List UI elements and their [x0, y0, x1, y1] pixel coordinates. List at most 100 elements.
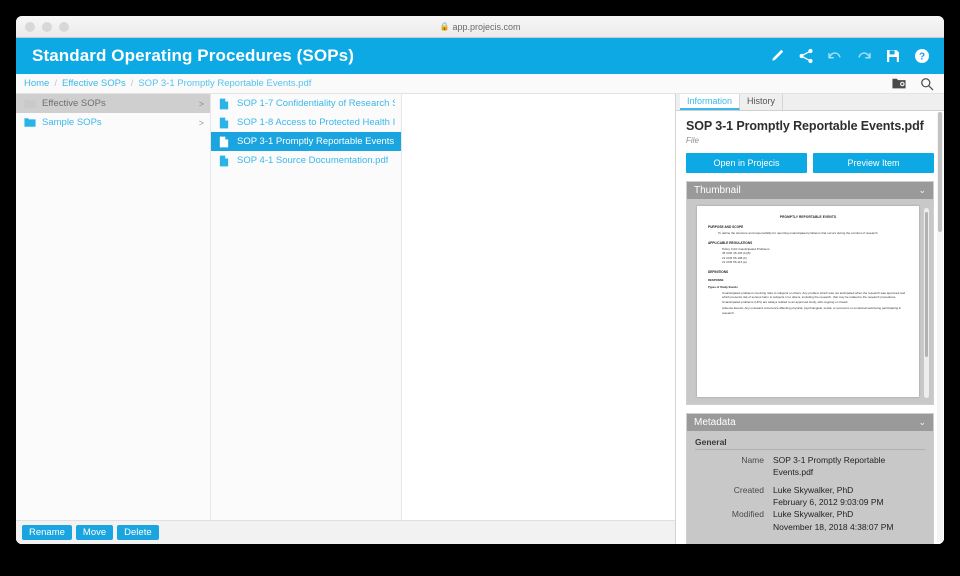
file-label: SOP 3-1 Promptly Reportable Events.pdf: [237, 136, 395, 147]
metadata-section-title: Metadata: [694, 417, 736, 428]
metadata-key-blank: [695, 496, 773, 508]
file-row-sop-1-7[interactable]: SOP 1-7 Confidentiality of Research Subj…: [211, 94, 401, 113]
breadcrumb-home[interactable]: Home: [24, 78, 49, 89]
metadata-key-name: Name: [741, 455, 764, 465]
metadata-row: November 18, 2018 4:38:07 PM: [695, 521, 925, 533]
window-controls[interactable]: [16, 21, 69, 32]
address-bar[interactable]: 🔒 app.projecis.com: [16, 16, 944, 37]
metadata-group-general-label: General: [695, 435, 925, 450]
metadata-value-modified-date: November 18, 2018 4:38:07 PM: [773, 521, 894, 532]
folder-row-sample-sops[interactable]: Sample SOPs >: [16, 113, 210, 132]
browser-titlebar: 🔒 app.projecis.com: [16, 16, 944, 38]
thumb-subhead-study-events: Types of Study Events: [708, 284, 738, 289]
metadata-row: Modified Luke Skywalker, PhD: [695, 508, 925, 520]
file-icon: [219, 155, 232, 167]
desktop-background: 🔒 app.projecis.com Standard Operating Pr…: [0, 0, 960, 576]
folder-label: Sample SOPs: [42, 117, 102, 128]
browser-window: 🔒 app.projecis.com Standard Operating Pr…: [16, 16, 944, 544]
panel-body: SOP 3-1 Promptly Reportable Events.pdf F…: [676, 111, 944, 544]
minimize-window-button[interactable]: [42, 21, 52, 32]
thumb-item-adverse: Adverse Events: Any untoward occurrence …: [722, 306, 902, 315]
breadcrumb-separator: /: [54, 78, 57, 89]
folder-row-effective-sops[interactable]: Effective SOPs >: [16, 94, 210, 113]
thumbnail-viewport[interactable]: PROMPTLY REPORTABLE EVENTS PURPOSE AND S…: [687, 199, 933, 404]
preview-item-button[interactable]: Preview Item: [813, 153, 934, 173]
thumbnail-scrollbar-thumb[interactable]: [925, 212, 928, 357]
chevron-down-icon: ⌄: [918, 185, 926, 195]
undo-icon[interactable]: [827, 48, 843, 64]
url-text: app.projecis.com: [452, 21, 521, 32]
thumb-heading-definitions: DEFINITIONS: [708, 269, 729, 274]
metadata-section-header[interactable]: Metadata ⌄: [687, 414, 933, 431]
panel-tabs: Information History: [676, 94, 944, 111]
thumbnail-scrollbar[interactable]: [924, 208, 929, 398]
file-icon: [219, 117, 232, 129]
breadcrumb-actions: [892, 74, 934, 93]
panel-actions: Open in Projecis Preview Item: [686, 153, 934, 173]
rename-button[interactable]: Rename: [22, 524, 72, 541]
folder-column: Effective SOPs > Sample SOPs >: [16, 94, 211, 520]
panel-scrollbar[interactable]: [937, 112, 943, 542]
metadata-key-blank-2: [695, 521, 773, 533]
metadata-key-created: Created: [733, 484, 764, 495]
thumb-body-purpose: To define the structure and responsibili…: [718, 231, 879, 235]
thumbnail-section-title: Thumbnail: [694, 185, 741, 196]
thumb-doc-title: PROMPTLY REPORTABLE EVENTS: [779, 215, 837, 219]
file-row-sop-4-1[interactable]: SOP 4-1 Source Documentation.pdf: [211, 151, 401, 170]
document-type: File: [686, 136, 699, 145]
header-toolbar: ?: [769, 48, 930, 64]
file-row-sop-3-1[interactable]: SOP 3-1 Promptly Reportable Events.pdf: [211, 132, 401, 151]
metadata-value-modified-user: Luke Skywalker, PhD: [773, 509, 854, 520]
chevron-right-icon: >: [198, 98, 204, 109]
metadata-section: Metadata ⌄ General Name SOP 3-1 Promptly…: [686, 413, 934, 544]
file-row-sop-1-8[interactable]: SOP 1-8 Access to Protected Health Infor…: [211, 113, 401, 132]
main-body: Effective SOPs > Sample SOPs > SOP 1-7 C…: [16, 94, 944, 544]
redo-icon[interactable]: [856, 48, 872, 64]
breadcrumb: Home / Effective SOPs / SOP 3-1 Promptly…: [24, 78, 311, 89]
thumb-heading-response: RESPONSE: [708, 277, 724, 282]
search-icon[interactable]: [920, 77, 934, 91]
breadcrumb-bar: Home / Effective SOPs / SOP 3-1 Promptly…: [16, 74, 944, 94]
metadata-value-created-date: February 6, 2012 9:03:09 PM: [773, 496, 884, 507]
thumbnail-section-header[interactable]: Thumbnail ⌄: [687, 182, 933, 199]
delete-button[interactable]: Delete: [117, 524, 159, 541]
document-thumbnail-page: PROMPTLY REPORTABLE EVENTS PURPOSE AND S…: [697, 206, 919, 397]
edit-icon[interactable]: [769, 48, 785, 64]
metadata-content: General Name SOP 3-1 Promptly Reportable…: [687, 431, 933, 544]
document-name: SOP 3-1 Promptly Reportable Events.pdf: [686, 119, 924, 133]
svg-text:?: ?: [919, 52, 925, 63]
folder-icon: [24, 98, 37, 109]
action-footer: Rename Move Delete: [16, 520, 675, 544]
file-icon: [219, 98, 232, 110]
maximize-window-button[interactable]: [59, 21, 69, 32]
application-root: Standard Operating Procedures (SOPs) ? H…: [16, 38, 944, 544]
open-in-projecis-button[interactable]: Open in Projecis: [686, 153, 807, 173]
new-folder-icon[interactable]: [892, 77, 906, 90]
tab-history[interactable]: History: [740, 94, 784, 110]
thumbnail-section: Thumbnail ⌄ PROMPTLY REPORTABLE EVENTS P…: [686, 181, 934, 405]
tab-information[interactable]: Information: [680, 94, 741, 110]
lock-icon: 🔒: [439, 22, 450, 31]
move-button[interactable]: Move: [75, 524, 114, 541]
chevron-right-icon: >: [198, 117, 204, 128]
thumb-heading-regulations: APPLICABLE REGULATIONS: [708, 240, 753, 245]
close-window-button[interactable]: [25, 21, 35, 32]
save-icon[interactable]: [885, 48, 901, 64]
panel-scrollbar-thumb[interactable]: [938, 112, 942, 232]
breadcrumb-folder[interactable]: Effective SOPs: [62, 78, 126, 89]
information-panel: Information History SOP 3-1 Promptly Rep…: [675, 94, 944, 544]
help-icon[interactable]: ?: [914, 48, 930, 64]
thumb-heading-purpose: PURPOSE AND SCOPE: [708, 225, 744, 229]
file-column: SOP 1-7 Confidentiality of Research Subj…: [211, 94, 402, 520]
file-browser: Effective SOPs > Sample SOPs > SOP 1-7 C…: [16, 94, 675, 544]
file-label: SOP 4-1 Source Documentation.pdf: [237, 155, 389, 166]
metadata-value-name: SOP 3-1 Promptly Reportable Events.pdf: [773, 455, 886, 478]
page-title: Standard Operating Procedures (SOPs): [32, 46, 354, 65]
thumb-item-unanticipated: Unanticipated problems involving risks t…: [722, 290, 906, 304]
thumb-body-regulations: Policy II-03 Unanticipated Problems 45 C…: [722, 246, 770, 265]
metadata-group-file-label: File: [695, 540, 925, 544]
metadata-row: February 6, 2012 9:03:09 PM: [695, 496, 925, 508]
share-icon[interactable]: [798, 48, 814, 64]
breadcrumb-separator-2: /: [130, 78, 134, 89]
breadcrumb-current: SOP 3-1 Promptly Reportable Events.pdf: [138, 78, 312, 89]
